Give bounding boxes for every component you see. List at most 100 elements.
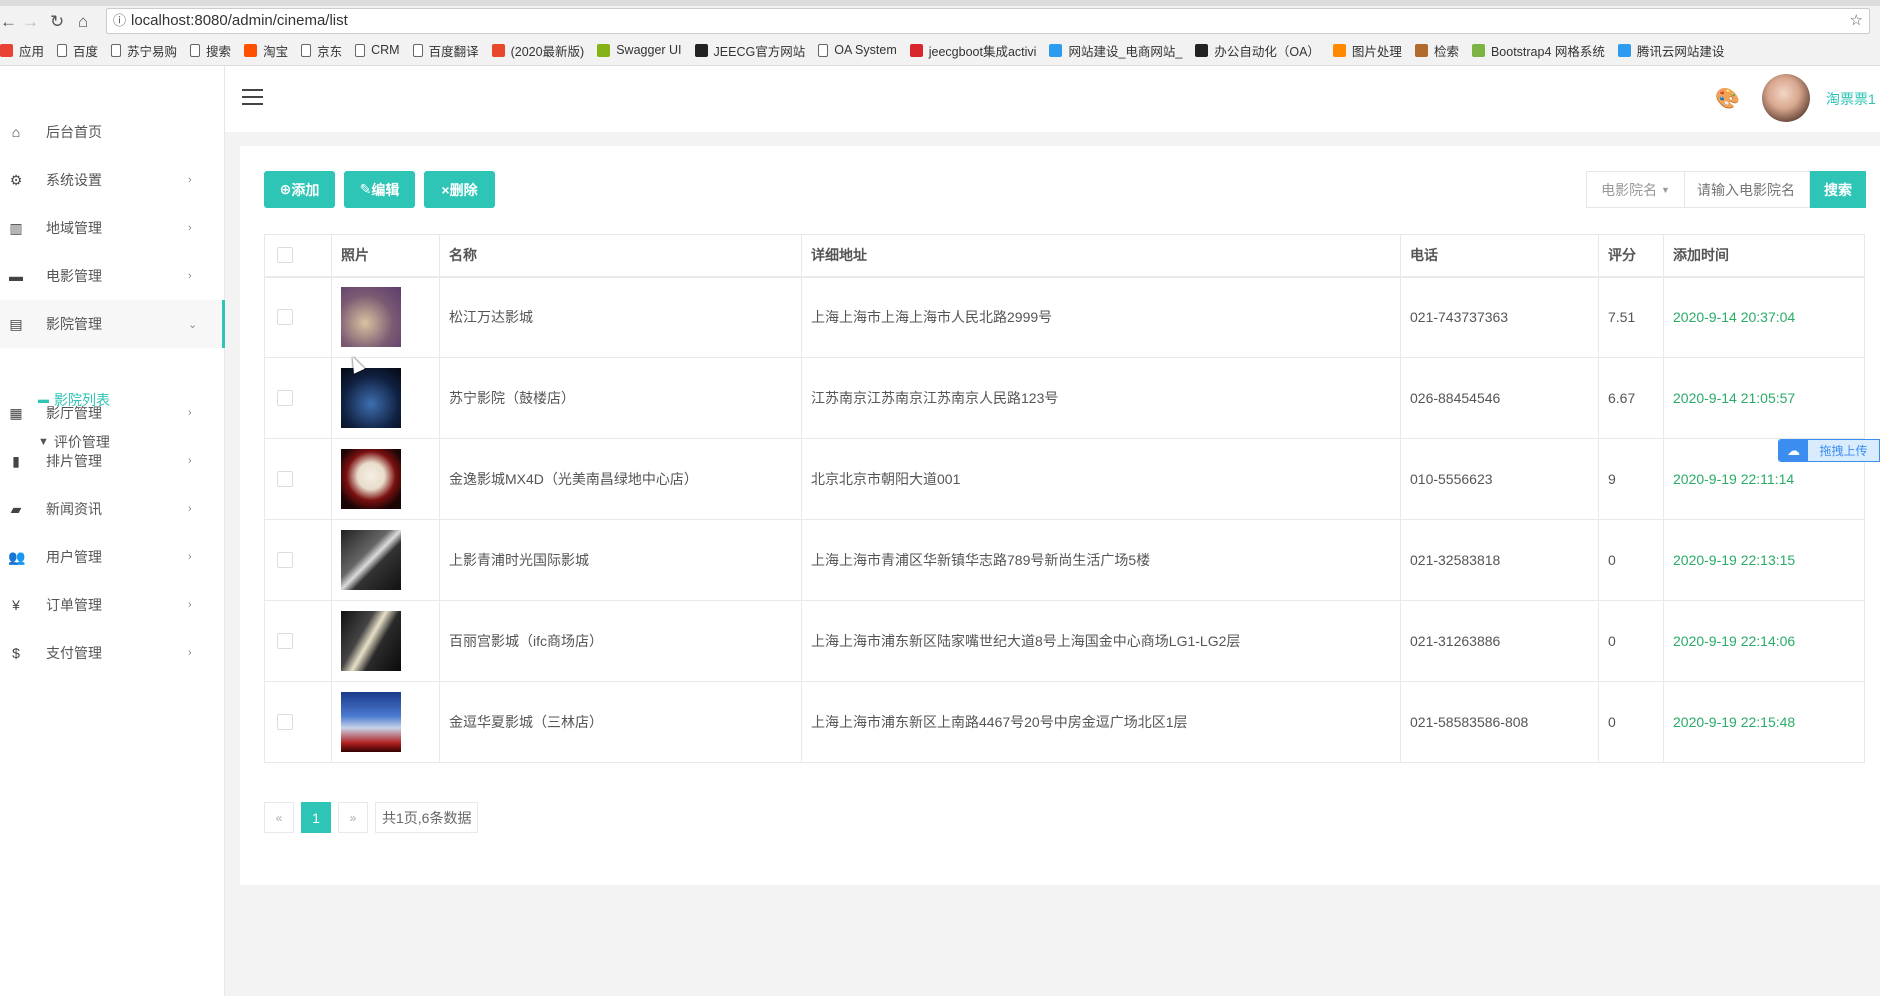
palette-icon[interactable]: 🎨 bbox=[1715, 86, 1740, 111]
table-row[interactable]: 百丽宫影城（ifc商场店） 上海上海市浦东新区陆家嘴世纪大道8号上海国金中心商场L… bbox=[264, 600, 1865, 682]
column-header[interactable]: 电话 bbox=[1400, 234, 1599, 278]
sidebar-item[interactable]: ▦ 影厅管理 › bbox=[0, 389, 225, 437]
bookmark-item[interactable]: jeecgboot集成activi bbox=[909, 41, 1036, 60]
sidebar-item-label: 用户管理 bbox=[46, 549, 102, 565]
sidebar-item[interactable]: ▥ 地域管理 › bbox=[0, 204, 225, 252]
drag-upload-widget[interactable]: ☁ 拖拽上传 bbox=[1778, 439, 1880, 462]
bookmark-item[interactable]: 苏宁易购 bbox=[111, 41, 177, 60]
bookmark-item[interactable]: 腾讯云网站建设 bbox=[1617, 41, 1724, 60]
delete-label: 删除 bbox=[449, 181, 478, 198]
bookmark-item[interactable]: 网站建设_电商网站_ bbox=[1049, 41, 1182, 60]
page-1-button[interactable]: 1 bbox=[301, 802, 331, 833]
address-cell: 江苏南京江苏南京江苏南京人民路123号 bbox=[801, 357, 1401, 439]
prev-page-button[interactable]: « bbox=[264, 802, 294, 833]
chevron-right-icon: › bbox=[188, 270, 192, 282]
add-button[interactable]: ⊕ 添加 bbox=[264, 171, 335, 208]
forward-icon[interactable]: → bbox=[22, 12, 39, 32]
column-header[interactable]: 名称 bbox=[439, 234, 802, 278]
sidebar-item[interactable]: ▤ 影院管理 ⌄ bbox=[0, 300, 225, 348]
sidebar-item[interactable]: 👥 用户管理 › bbox=[0, 533, 225, 581]
column-header[interactable]: 添加时间 bbox=[1663, 234, 1865, 278]
page-icon bbox=[818, 43, 829, 57]
delete-button[interactable]: × 删除 bbox=[424, 171, 495, 208]
column-header[interactable]: 详细地址 bbox=[801, 234, 1401, 278]
phone-cell: 021-32583818 bbox=[1400, 519, 1599, 601]
sidebar-item[interactable]: ▮ 排片管理 › bbox=[0, 437, 225, 485]
table-row[interactable]: 金逸影城MX4D（光美南昌绿地中心店） 北京北京市朝阳大道001 010-55566… bbox=[264, 438, 1865, 520]
next-page-button[interactable]: » bbox=[338, 802, 368, 833]
sidebar-subitem[interactable]: ▬ 影院列表 bbox=[38, 380, 110, 420]
bookmark-item[interactable]: 淘宝 bbox=[244, 41, 288, 60]
chevron-right-icon: › bbox=[188, 551, 192, 563]
bookmark-item[interactable]: 办公自动化（OA） bbox=[1195, 41, 1320, 60]
bookmark-item[interactable]: 百度 bbox=[57, 41, 98, 60]
address-cell: 上海上海市浦东新区上南路4467号20号中房金逗广场北区1层 bbox=[801, 681, 1401, 763]
edit-button[interactable]: ✎ 编辑 bbox=[344, 171, 415, 208]
zhi-icon bbox=[1414, 43, 1428, 57]
search-input[interactable] bbox=[1685, 171, 1810, 208]
page-icon bbox=[111, 43, 122, 57]
news-icon: ▰ bbox=[10, 500, 22, 517]
taobao-icon bbox=[244, 43, 258, 57]
home-icon[interactable]: ⌂ bbox=[78, 12, 88, 32]
bookmark-label: Swagger UI bbox=[616, 43, 682, 57]
row-checkbox[interactable] bbox=[277, 390, 293, 406]
table-row[interactable]: 金逗华夏影城（三林店） 上海上海市浦东新区上南路4467号20号中房金逗广场北区1… bbox=[264, 681, 1865, 763]
bookmark-item[interactable]: 百度翻译 bbox=[412, 41, 479, 60]
row-checkbox[interactable] bbox=[277, 471, 293, 487]
column-header[interactable]: 照片 bbox=[331, 234, 440, 278]
g-icon bbox=[909, 43, 923, 57]
column-header[interactable]: 评分 bbox=[1598, 234, 1664, 278]
page-icon bbox=[412, 43, 423, 57]
bookmark-item[interactable]: 搜索 bbox=[190, 41, 231, 60]
address-bar[interactable]: ⓘ localhost:8080/admin/cinema/list ☆ bbox=[106, 8, 1870, 34]
apps-icon bbox=[0, 43, 13, 57]
cinema-table: 照片 名称 详细地址 电话 评分 添加时间 松江万达影城 上海上海市上海上海市人民北路299… bbox=[264, 234, 1865, 763]
sidebar-item[interactable]: ¥ 订单管理 › bbox=[0, 581, 225, 629]
select-all-checkbox[interactable] bbox=[277, 247, 293, 264]
bookmark-item[interactable]: JEECG官方网站 bbox=[694, 41, 805, 60]
sidebar-item[interactable]: ▬ 电影管理 › bbox=[0, 252, 225, 300]
table-row[interactable]: 上影青浦时光国际影城 上海上海市青浦区华新镇华志路789号新尚生活广场5楼 021-… bbox=[264, 519, 1865, 601]
bookmark-item[interactable]: 图片处理 bbox=[1332, 41, 1402, 60]
bookmark-label: 百度翻译 bbox=[428, 44, 479, 59]
bookmark-item[interactable]: 京东 bbox=[301, 41, 342, 60]
cinema-photo bbox=[341, 287, 401, 348]
bookmark-item[interactable]: 检索 bbox=[1414, 41, 1459, 60]
cloud-upload-icon: ☁ bbox=[1779, 440, 1808, 461]
row-checkbox[interactable] bbox=[277, 714, 293, 730]
bootstrap-icon bbox=[1471, 43, 1485, 57]
film-icon: ▬ bbox=[9, 268, 23, 284]
sidebar-item[interactable]: ⌂ 后台首页 bbox=[0, 108, 225, 156]
bookmark-item[interactable]: (2020最新版) bbox=[491, 41, 584, 60]
bookmark-item[interactable]: OA System bbox=[818, 43, 897, 57]
sidebar-item[interactable]: $ 支付管理 › bbox=[0, 629, 225, 677]
reload-icon[interactable]: ↻ bbox=[50, 12, 64, 32]
menu-toggle-icon[interactable] bbox=[242, 89, 263, 105]
score-cell: 9 bbox=[1598, 438, 1664, 520]
bookmark-item[interactable]: Swagger UI bbox=[597, 43, 682, 57]
bookmark-item[interactable]: 应用 bbox=[0, 41, 44, 60]
row-checkbox[interactable] bbox=[277, 633, 293, 649]
bookmark-label: 图片处理 bbox=[1351, 44, 1402, 59]
avatar[interactable] bbox=[1762, 74, 1810, 122]
bookmark-item[interactable]: Bootstrap4 网格系统 bbox=[1471, 41, 1605, 60]
row-checkbox[interactable] bbox=[277, 309, 293, 326]
search-button[interactable]: 搜索 bbox=[1810, 171, 1866, 208]
table-row[interactable]: 松江万达影城 上海上海市上海上海市人民北路2999号 021-743737363 7.… bbox=[264, 276, 1865, 358]
search-field-dropdown[interactable]: 电影院名 ▼ bbox=[1586, 171, 1685, 208]
home-icon: ⌂ bbox=[11, 124, 21, 140]
bookmark-star-icon[interactable]: ☆ bbox=[1850, 9, 1863, 33]
sidebar-item[interactable]: ⚙ 系统设置 › bbox=[0, 156, 225, 204]
row-checkbox[interactable] bbox=[277, 552, 293, 568]
chevron-right-icon: › bbox=[188, 455, 192, 467]
table-row[interactable]: 苏宁影院（鼓楼店） 江苏南京江苏南京江苏南京人民路123号 026-88454546… bbox=[264, 357, 1865, 439]
back-icon[interactable]: ← bbox=[0, 12, 17, 32]
phone-cell: 021-743737363 bbox=[1400, 276, 1599, 358]
sidebar-item[interactable]: ▰ 新闻资讯 › bbox=[0, 485, 225, 533]
username[interactable]: 淘票票1 bbox=[1826, 89, 1876, 109]
sidebar-subitem[interactable]: ▼ 评价管理 bbox=[38, 422, 110, 462]
building-icon: ▦ bbox=[9, 404, 23, 421]
sidebar: ⌂ 后台首页 ⚙ 系统设置 › ▥ 地域管理 › ▬ 电影管理 › ▤ 影院管理 ⌄ ▦ 影厅管理 › ▮ 排片管理… bbox=[0, 66, 225, 996]
bookmark-item[interactable]: CRM bbox=[355, 43, 400, 57]
